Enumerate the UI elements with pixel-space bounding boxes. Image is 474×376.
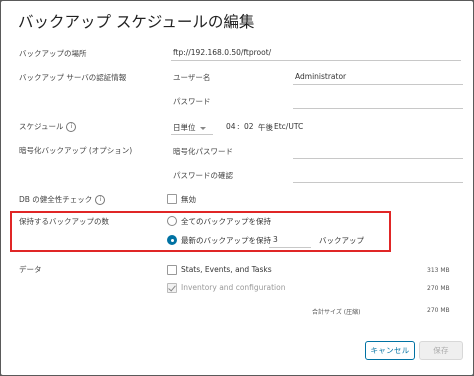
save-button[interactable]: 保存: [419, 341, 463, 360]
username-label: ユーザー名: [173, 73, 211, 82]
backup-location-input[interactable]: ftp://192.168.0.50/ftproot/: [173, 48, 271, 57]
schedule-hour-input[interactable]: 04: [226, 122, 236, 131]
confirm-password-label: パスワードの確認: [173, 171, 233, 180]
total-size-value: 270 MB: [427, 307, 450, 314]
backup-location-underline: [171, 60, 461, 61]
schedule-ampm-select[interactable]: 午後: [258, 122, 273, 133]
inventory-config-size: 270 MB: [427, 285, 450, 292]
keep-latest-label: 最新のバックアップを保持: [181, 236, 271, 245]
keep-latest-count-input[interactable]: 3: [273, 235, 278, 244]
encrypted-backup-label: 暗号化バックアップ (オプション): [19, 146, 133, 155]
chevron-down-icon: [199, 126, 206, 130]
info-icon[interactable]: i: [95, 195, 106, 205]
total-size-label: 合計サイズ (圧縮): [312, 309, 361, 316]
db-health-check-option-label: 無効: [181, 195, 196, 204]
encryption-password-input[interactable]: [293, 158, 463, 159]
schedule-frequency-select[interactable]: 日単位: [173, 122, 206, 133]
keep-all-label: 全てのバックアップを保持: [181, 217, 271, 226]
db-health-check-label-row: DB の健全性チェック i: [19, 194, 106, 205]
encryption-password-label: 暗号化パスワード: [173, 147, 233, 156]
backup-location-label: バックアップの場所: [19, 49, 87, 58]
frequency-underline: [171, 134, 213, 135]
stats-events-tasks-label: Stats, Events, and Tasks: [181, 265, 272, 274]
data-label: データ: [19, 265, 42, 274]
schedule-timezone: Etc/UTC: [274, 122, 304, 131]
db-health-check-checkbox[interactable]: [167, 194, 177, 204]
schedule-frequency-value: 日単位: [173, 123, 196, 132]
username-underline: [293, 84, 463, 85]
stats-events-tasks-size: 313 MB: [427, 267, 450, 274]
stats-events-tasks-checkbox[interactable]: [167, 265, 177, 275]
schedule-label-row: スケジュール i: [19, 121, 77, 132]
keep-latest-radio[interactable]: [167, 235, 177, 245]
schedule-label: スケジュール: [19, 122, 64, 131]
backup-server-credentials-label: バックアップ サーバの認証情報: [19, 73, 127, 82]
username-input[interactable]: Administrator: [295, 72, 346, 81]
inventory-config-label: Inventory and configuration: [181, 283, 286, 292]
password-label: パスワード: [173, 97, 211, 106]
cancel-button[interactable]: キャンセル: [365, 341, 415, 360]
confirm-password-input[interactable]: [293, 182, 463, 183]
inventory-config-checkbox: [167, 283, 177, 293]
dialog-title: バックアップ スケジュールの編集: [18, 13, 255, 31]
schedule-minute-input[interactable]: 02: [244, 122, 254, 131]
db-health-check-label: DB の健全性チェック: [19, 195, 93, 204]
edit-backup-schedule-dialog: バックアップ スケジュールの編集 バックアップの場所 ftp://192.168…: [1, 1, 473, 375]
checkmark-icon: [168, 283, 176, 292]
password-input[interactable]: [293, 108, 463, 109]
keep-latest-count-underline: [269, 247, 311, 248]
schedule-time-separator: :: [237, 122, 240, 131]
info-icon[interactable]: i: [66, 122, 77, 132]
keep-latest-unit: バックアップ: [319, 236, 364, 245]
keep-all-radio[interactable]: [167, 216, 177, 226]
retention-label: 保持するバックアップの数: [19, 217, 109, 226]
